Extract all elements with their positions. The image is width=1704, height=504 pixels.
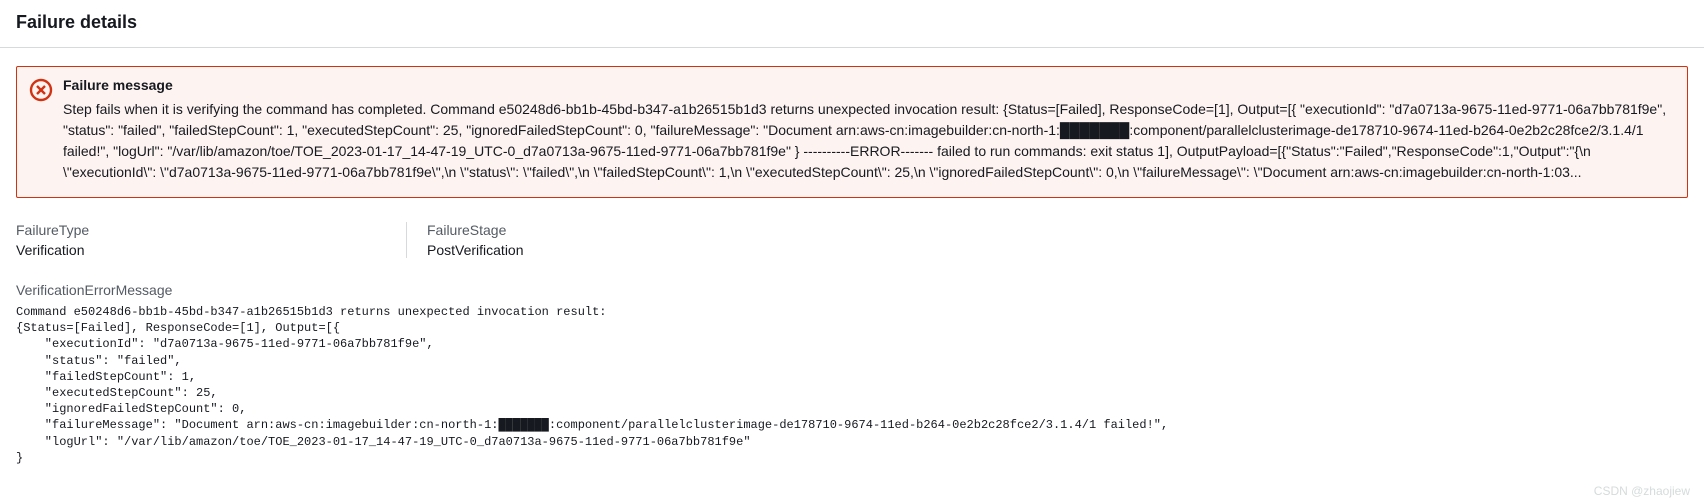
alert-title: Failure message [63,77,1673,93]
page-title: Failure details [16,12,1688,33]
failure-stage-label: FailureStage [427,222,524,238]
details-columns: FailureType Verification FailureStage Po… [16,222,1688,258]
failure-type-value: Verification [16,242,374,258]
verification-error-body: Command e50248d6-bb1b-45bd-b347-a1b26515… [16,304,1688,466]
failure-alert: Failure message Step fails when it is ve… [16,66,1688,198]
alert-body: Step fails when it is verifying the comm… [63,99,1673,183]
watermark: CSDN @zhaojiew [1594,484,1690,498]
failure-stage-value: PostVerification [427,242,524,258]
failure-type-label: FailureType [16,222,374,238]
verification-error-label: VerificationErrorMessage [16,282,1688,298]
divider [0,47,1704,48]
error-icon [29,77,53,183]
